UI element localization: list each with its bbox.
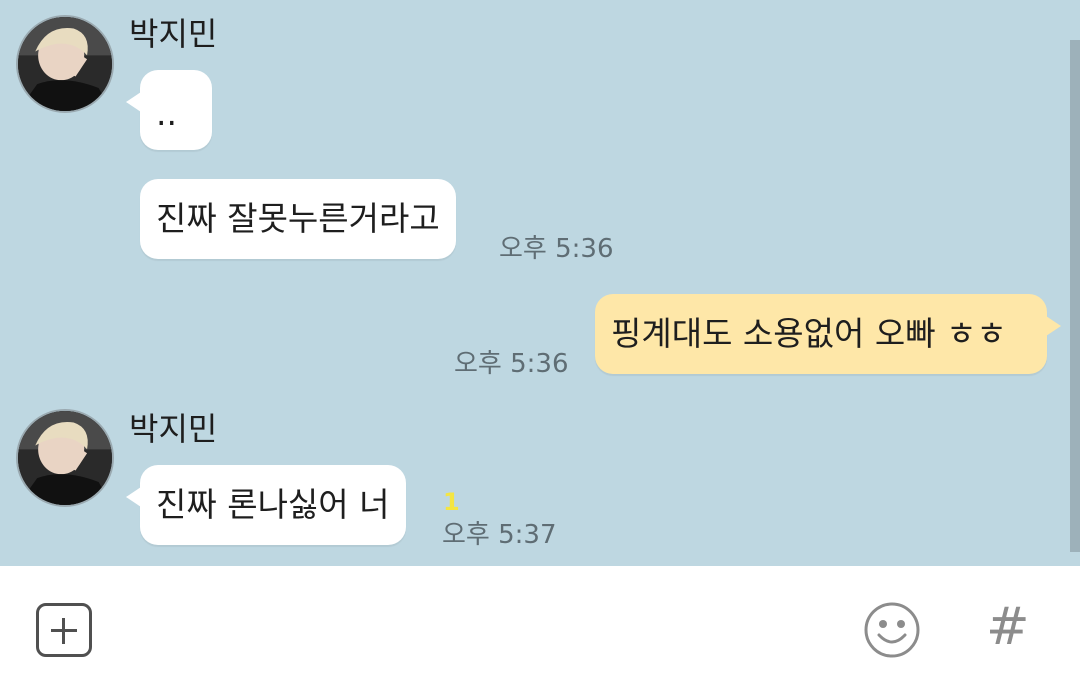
emoji-button[interactable]: [863, 601, 921, 659]
sender-avatar[interactable]: [16, 409, 114, 507]
chat-area[interactable]: 박지민 .. 진짜 잘못누른거라고 오후 5:36 오후 5:36 핑계대도 소…: [0, 0, 1080, 566]
add-button[interactable]: [36, 603, 92, 657]
hashtag-button[interactable]: #: [986, 597, 1030, 657]
unread-count: 1: [443, 488, 460, 516]
smiley-icon: [864, 602, 920, 658]
my-message-bubble[interactable]: 핑계대도 소용없어 오빠 ㅎㅎ: [595, 294, 1061, 374]
message-bubble[interactable]: 진짜 잘못누른거라고: [140, 179, 456, 259]
message-time: 오후 5:36: [499, 234, 614, 264]
message-time: 오후 5:36: [454, 349, 569, 379]
sender-name: 박지민: [129, 15, 218, 53]
scrollbar[interactable]: [1070, 40, 1080, 552]
message-bubble[interactable]: ..: [126, 70, 212, 150]
message-time: 오후 5:37: [442, 520, 557, 550]
sender-name: 박지민: [129, 410, 218, 448]
avatar-photo-icon: [18, 411, 112, 505]
sender-avatar[interactable]: [16, 15, 114, 113]
message-bubble[interactable]: 진짜 론나싫어 너: [126, 465, 406, 545]
avatar-photo-icon: [18, 17, 112, 111]
